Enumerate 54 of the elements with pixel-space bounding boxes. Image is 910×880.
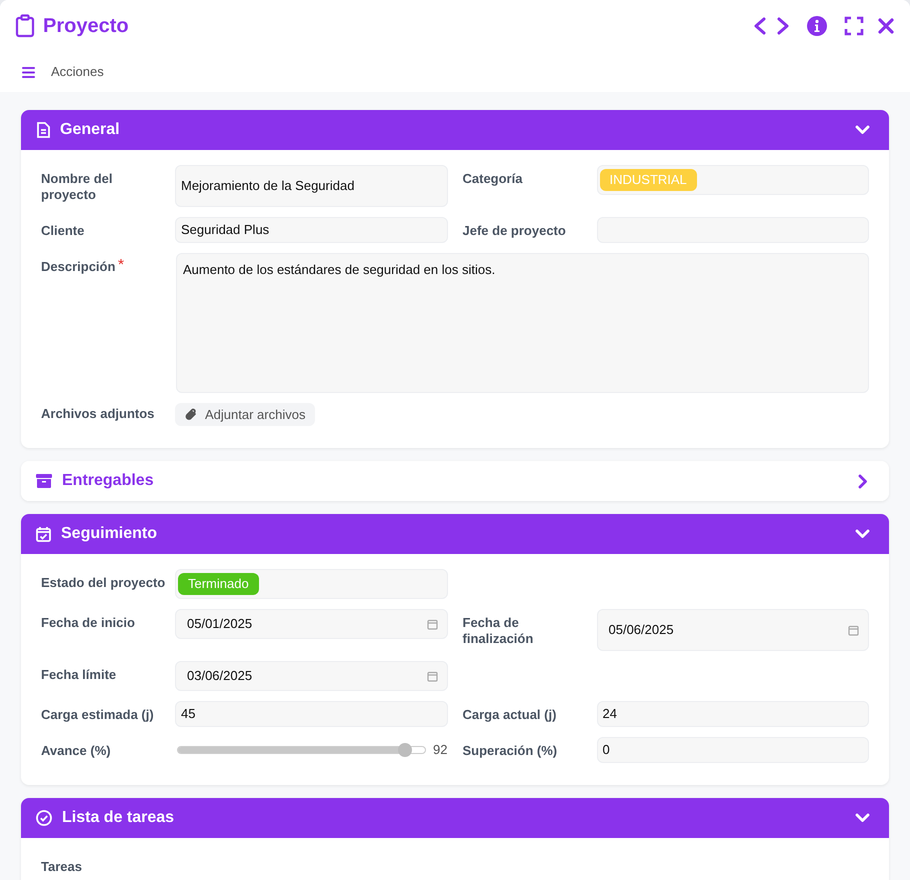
chevron-down-icon — [855, 125, 870, 135]
section-header[interactable]: Entregables — [21, 461, 889, 501]
text-field[interactable]: Seguridad Plus — [175, 217, 448, 243]
calendar-icon — [426, 670, 438, 682]
field-label: Fecha límite — [41, 667, 116, 682]
info-icon[interactable] — [807, 16, 827, 36]
date-field[interactable]: 05/06/2025 — [596, 609, 869, 651]
calendar-check-icon — [36, 526, 51, 542]
description-textarea[interactable]: Aumento de los estándares de seguridad en los sitios. — [176, 253, 869, 393]
actions-menu[interactable]: Acciones — [51, 62, 104, 82]
menu-icon[interactable] — [22, 66, 35, 78]
calendar-icon — [848, 624, 859, 636]
field-label: Avance (%) — [41, 743, 111, 758]
slider-value: 92 — [432, 741, 448, 760]
status-tag: Terminado — [178, 573, 259, 595]
field-label: Archivos adjuntos — [41, 406, 154, 421]
progress-slider[interactable] — [177, 746, 426, 754]
document-icon — [36, 122, 50, 138]
fullscreen-icon[interactable] — [844, 16, 864, 36]
field-label: Carga actual (j) — [462, 707, 556, 722]
attach-files-button[interactable]: Adjuntar archivos — [175, 403, 316, 426]
paperclip-icon — [185, 408, 197, 421]
window-title: Proyecto — [43, 14, 129, 39]
next-icon[interactable] — [776, 16, 790, 36]
check-circle-icon — [36, 810, 52, 826]
close-icon[interactable] — [877, 17, 895, 35]
previous-icon[interactable] — [753, 16, 767, 36]
field-label: Estado del proyecto — [41, 575, 166, 590]
text-field[interactable]: Mejoramiento de la Seguridad — [175, 165, 448, 207]
date-field[interactable]: 05/01/2025 — [175, 609, 448, 639]
section-header[interactable]: Lista de tareas — [21, 798, 889, 838]
text-field[interactable]: 0 — [596, 737, 869, 763]
chevron-right-icon — [858, 474, 868, 488]
section-header[interactable]: Seguimiento — [21, 514, 889, 554]
calendar-icon — [426, 618, 438, 630]
chevron-down-icon — [855, 529, 870, 539]
field-label: Fecha de inicio — [41, 615, 135, 630]
field-label: Tareas — [41, 859, 82, 874]
field-label: Superación (%) — [462, 743, 558, 758]
clipboard-icon — [15, 14, 35, 38]
field-label: Jefe de proyecto — [462, 223, 566, 238]
field-label: Carga estimada (j) — [41, 707, 154, 722]
chevron-down-icon — [855, 813, 870, 823]
section-header[interactable]: General — [21, 110, 889, 150]
archive-box-icon — [36, 474, 52, 488]
field-label: Descripción — [41, 259, 116, 274]
field-label: Fecha de finalización — [462, 615, 534, 646]
status-tag: INDUSTRIAL — [600, 169, 697, 191]
text-field[interactable]: 45 — [175, 701, 448, 727]
date-field[interactable]: 03/06/2025 — [175, 661, 448, 691]
field-label: Categoría — [462, 171, 522, 186]
field-label: Cliente — [41, 223, 84, 238]
text-field[interactable]: 24 — [596, 701, 869, 727]
field-label: Nombre del proyecto — [41, 171, 113, 202]
